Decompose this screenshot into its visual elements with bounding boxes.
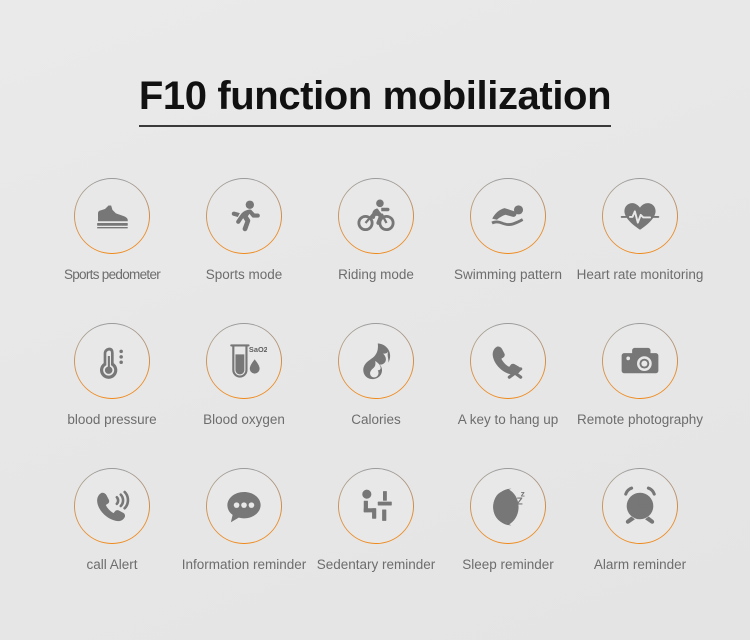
- camera-icon: [621, 347, 659, 374]
- icon-ring: SaO2: [206, 323, 282, 399]
- cyclist-icon: [357, 199, 395, 232]
- icon-ring-inner: [75, 179, 149, 253]
- poster-root: F10 function mobilization Sports pedomet…: [0, 0, 750, 640]
- icon-ring: [470, 323, 546, 399]
- icon-ring: [602, 323, 678, 399]
- feature-item-call-alert[interactable]: call Alert: [46, 468, 178, 573]
- icon-ring-inner: [339, 324, 413, 398]
- icon-ring-inner: [471, 324, 545, 398]
- feature-item-hang-up[interactable]: A key to hang up: [442, 323, 574, 428]
- icon-ring: [338, 323, 414, 399]
- moon-zzz-icon: z Z z: [493, 488, 525, 526]
- feature-item-blood-oxygen[interactable]: SaO2 Blood oxygen: [178, 323, 310, 428]
- icon-ring: [602, 468, 678, 544]
- feature-item-swimming-pattern[interactable]: Swimming pattern: [442, 178, 574, 283]
- page-title-container: F10 function mobilization: [0, 72, 750, 127]
- icon-ring: [74, 323, 150, 399]
- alarm-clock-icon: [624, 486, 656, 524]
- feature-label: blood pressure: [67, 412, 157, 427]
- feature-label: Sleep reminder: [462, 557, 554, 572]
- icon-ring-inner: [603, 179, 677, 253]
- icon-ring: [602, 178, 678, 254]
- feature-item-blood-pressure[interactable]: blood pressure: [46, 323, 178, 428]
- feature-label: Blood oxygen: [203, 412, 285, 427]
- feature-label: Heart rate monitoring: [576, 267, 704, 282]
- icon-ring: [74, 178, 150, 254]
- icon-ring: [206, 178, 282, 254]
- feature-label: Riding mode: [338, 267, 414, 282]
- feature-item-alarm-reminder[interactable]: Alarm reminder: [574, 468, 706, 573]
- icon-ring-inner: [339, 469, 413, 543]
- page-title: F10 function mobilization: [138, 72, 612, 127]
- icon-ring: [338, 468, 414, 544]
- icon-ring: [338, 178, 414, 254]
- feature-label: Alarm reminder: [593, 557, 687, 572]
- icon-ring: z Z z: [470, 468, 546, 544]
- feature-item-calories[interactable]: Calories: [310, 323, 442, 428]
- icon-ring-inner: [207, 469, 281, 543]
- sitting-person-desk-icon: [362, 489, 392, 521]
- running-person-icon: [231, 200, 260, 232]
- icon-ring-inner: [339, 179, 413, 253]
- feature-item-sleep-reminder[interactable]: z Z z Sleep reminder: [442, 468, 574, 573]
- test-tube-sao2-icon: SaO2: [230, 344, 267, 378]
- icon-ring-inner: [75, 324, 149, 398]
- feature-item-remote-photography[interactable]: Remote photography: [574, 323, 706, 428]
- icon-ring: [74, 468, 150, 544]
- swimmer-icon: [491, 205, 524, 226]
- feature-item-sports-mode[interactable]: Sports mode: [178, 178, 310, 283]
- sao2-label: SaO2: [249, 345, 267, 354]
- speech-bubble-dots-icon: [227, 492, 261, 523]
- icon-ring-inner: [471, 179, 545, 253]
- feature-label: Swimming pattern: [453, 267, 563, 282]
- icon-ring-inner: [603, 324, 677, 398]
- thermometer-icon: [100, 347, 123, 379]
- feature-label: Calories: [351, 412, 401, 427]
- feature-item-information-reminder[interactable]: Information reminder: [178, 468, 310, 573]
- feature-label: Sedentary reminder: [316, 557, 436, 572]
- phone-hangup-icon: [492, 346, 523, 379]
- feature-label: call Alert: [86, 557, 138, 572]
- icon-ring-inner: [207, 179, 281, 253]
- icon-ring: [206, 468, 282, 544]
- feature-label: Remote photography: [576, 412, 704, 427]
- feature-item-sports-pedometer[interactable]: Sports pedometer: [46, 178, 178, 283]
- feature-grid: Sports pedometer Sports mode Riding mode…: [46, 178, 706, 573]
- feature-label: Sports pedometer: [63, 267, 161, 282]
- icon-ring-inner: SaO2: [207, 324, 281, 398]
- icon-ring-inner: z Z z: [471, 469, 545, 543]
- icon-ring-inner: [75, 469, 149, 543]
- feature-item-heart-rate-monitoring[interactable]: Heart rate monitoring: [574, 178, 706, 283]
- phone-ringing-icon: [97, 490, 130, 522]
- feature-label: Sports mode: [205, 267, 283, 282]
- flame-icon: [363, 343, 391, 380]
- feature-item-sedentary-reminder[interactable]: Sedentary reminder: [310, 468, 442, 573]
- icon-ring-inner: [603, 469, 677, 543]
- feature-label: A key to hang up: [457, 412, 559, 427]
- icon-ring: [470, 178, 546, 254]
- feature-label: Information reminder: [181, 557, 307, 572]
- feature-item-riding-mode[interactable]: Riding mode: [310, 178, 442, 283]
- svg-text:z: z: [521, 489, 525, 499]
- sneaker-icon: [97, 205, 128, 229]
- heart-ecg-icon: [620, 203, 660, 230]
